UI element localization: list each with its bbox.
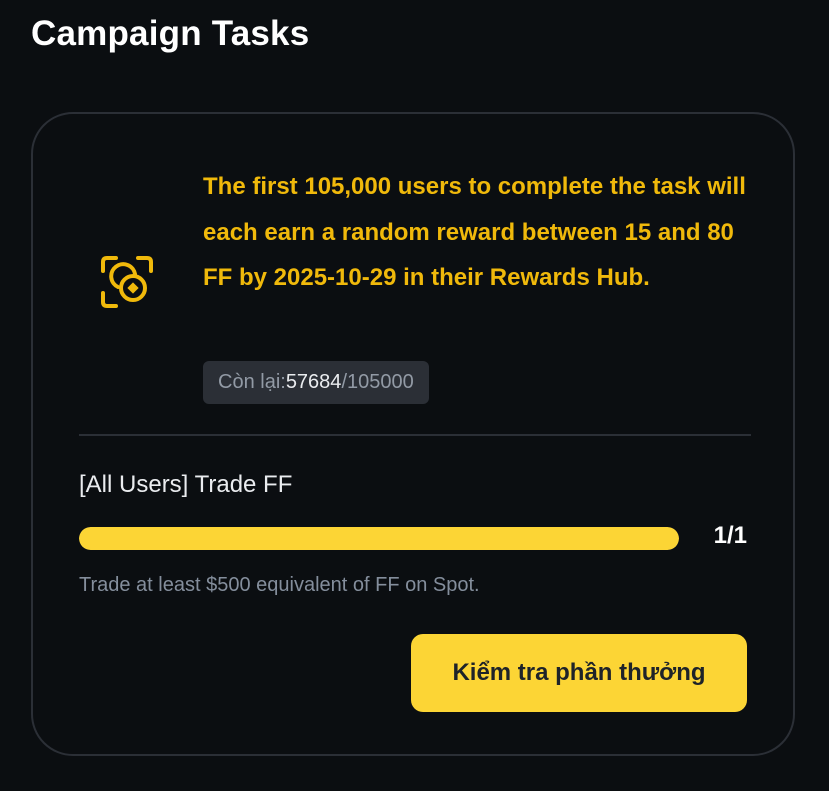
remaining-label: Còn lại: xyxy=(218,371,286,393)
check-reward-button[interactable]: Kiểm tra phần thưởng xyxy=(411,634,747,712)
divider xyxy=(79,434,751,436)
remaining-current: 57684 xyxy=(285,371,342,393)
task-title: [All Users] Trade FF xyxy=(79,471,293,498)
remaining-quota-badge: Còn lại: 57684 /105000 xyxy=(203,361,429,404)
task-description: Trade at least $500 equivalent of FF on … xyxy=(79,574,480,596)
task-progress-fill xyxy=(79,527,679,550)
campaign-description: The first 105,000 users to complete the … xyxy=(203,173,746,291)
camera-coin-icon xyxy=(101,256,153,308)
task-progress-count: 1/1 xyxy=(713,522,747,549)
task-progress-bar xyxy=(79,527,679,550)
campaign-tasks-page: Campaign Tasks The first 105,000 users t… xyxy=(0,0,829,791)
remaining-total: /105000 xyxy=(341,371,414,393)
campaign-card: The first 105,000 users to complete the … xyxy=(31,112,795,756)
page-title: Campaign Tasks xyxy=(31,14,310,53)
